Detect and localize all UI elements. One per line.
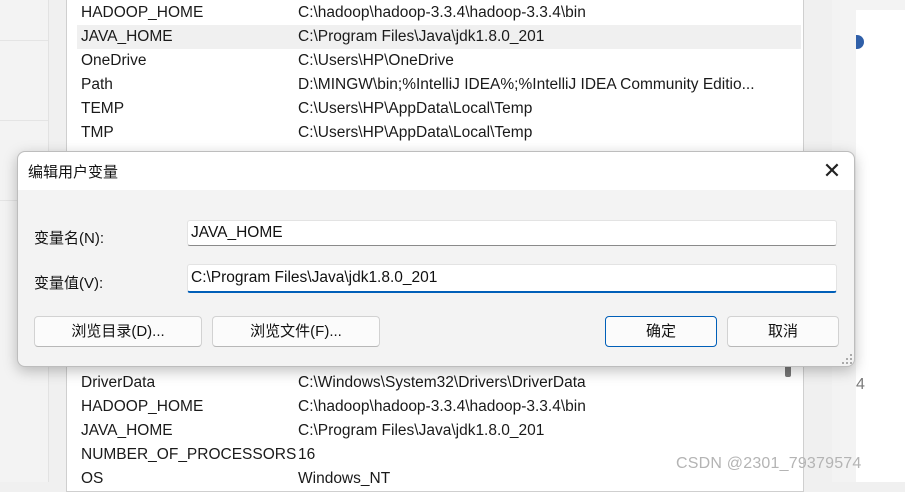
variable-value: 16 xyxy=(298,446,316,463)
user-variables-list[interactable]: HADOOP_HOME C:\hadoop\hadoop-3.3.4\hadoo… xyxy=(66,0,804,152)
variable-name: HADOOP_HOME xyxy=(81,398,204,415)
list-item[interactable]: Path D:\MINGW\bin;%IntelliJ IDEA%;%Intel… xyxy=(79,73,779,97)
variable-value: C:\Program Files\Java\jdk1.8.0_201 xyxy=(298,28,545,45)
browse-directory-button[interactable]: 浏览目录(D)... xyxy=(34,316,202,347)
variable-value: D:\MINGW\bin;%IntelliJ IDEA%;%IntelliJ I… xyxy=(298,76,755,93)
list-item[interactable]: HADOOP_HOME C:\hadoop\hadoop-3.3.4\hadoo… xyxy=(79,395,779,419)
variable-name-input[interactable] xyxy=(187,220,837,246)
close-icon[interactable]: ✕ xyxy=(816,156,848,186)
variable-value: C:\Users\HP\AppData\Local\Temp xyxy=(298,124,533,141)
variable-value: Windows_NT xyxy=(298,470,391,487)
browse-file-button[interactable]: 浏览文件(F)... xyxy=(212,316,380,347)
watermark: CSDN @2301_79379574 xyxy=(676,455,862,472)
list-item[interactable]: HADOOP_HOME C:\hadoop\hadoop-3.3.4\hadoo… xyxy=(79,1,779,25)
variable-name: OneDrive xyxy=(81,52,147,69)
variable-name: OS xyxy=(81,470,104,487)
variable-name: DriverData xyxy=(81,374,156,391)
list-item[interactable]: OS Windows_NT xyxy=(79,467,779,491)
variable-name: JAVA_HOME xyxy=(81,28,173,45)
resize-grip-icon[interactable] xyxy=(842,354,852,364)
background-indicator xyxy=(856,35,864,49)
dialog-title: 编辑用户变量 xyxy=(28,164,119,181)
list-item[interactable]: DriverData C:\Windows\System32\Drivers\D… xyxy=(79,371,779,395)
list-item[interactable]: TMP C:\Users\HP\AppData\Local\Temp xyxy=(79,121,779,145)
dialog-titlebar[interactable]: 编辑用户变量 ✕ xyxy=(18,152,854,190)
variable-value: C:\Windows\System32\Drivers\DriverData xyxy=(298,374,586,391)
variable-name: HADOOP_HOME xyxy=(81,4,204,21)
variable-name: NUMBER_OF_PROCESSORS xyxy=(81,446,297,463)
variable-name: JAVA_HOME xyxy=(81,422,173,439)
list-item-selected[interactable]: JAVA_HOME C:\Program Files\Java\jdk1.8.0… xyxy=(77,25,801,49)
variable-value: C:\hadoop\hadoop-3.3.4\hadoop-3.3.4\bin xyxy=(298,398,586,415)
list-item[interactable]: JAVA_HOME C:\Program Files\Java\jdk1.8.0… xyxy=(79,419,779,443)
edit-user-variable-dialog: 编辑用户变量 ✕ 变量名(N): 变量值(V): 浏览目录(D)... 浏览文件… xyxy=(17,151,855,367)
list-item[interactable]: OneDrive C:\Users\HP\OneDrive xyxy=(79,49,779,73)
variable-name: TEMP xyxy=(81,100,125,117)
variable-name-label: 变量名(N): xyxy=(34,230,104,247)
variable-value-label: 变量值(V): xyxy=(34,275,104,292)
cancel-button[interactable]: 取消 xyxy=(727,316,839,347)
variable-value: C:\Users\HP\AppData\Local\Temp xyxy=(298,100,533,117)
list-item[interactable]: NUMBER_OF_PROCESSORS 16 xyxy=(79,443,779,467)
list-item[interactable]: TEMP C:\Users\HP\AppData\Local\Temp xyxy=(79,97,779,121)
variable-value: C:\Users\HP\OneDrive xyxy=(298,52,454,69)
variable-name: TMP xyxy=(81,124,114,141)
background-digit: 4 xyxy=(856,376,865,393)
variable-value: C:\Program Files\Java\jdk1.8.0_201 xyxy=(298,422,545,439)
background-panel: 4 xyxy=(856,10,905,482)
variable-value-input[interactable] xyxy=(187,264,837,293)
ok-button[interactable]: 确定 xyxy=(605,316,717,347)
variable-value: C:\hadoop\hadoop-3.3.4\hadoop-3.3.4\bin xyxy=(298,4,586,21)
variable-name: Path xyxy=(81,76,113,93)
